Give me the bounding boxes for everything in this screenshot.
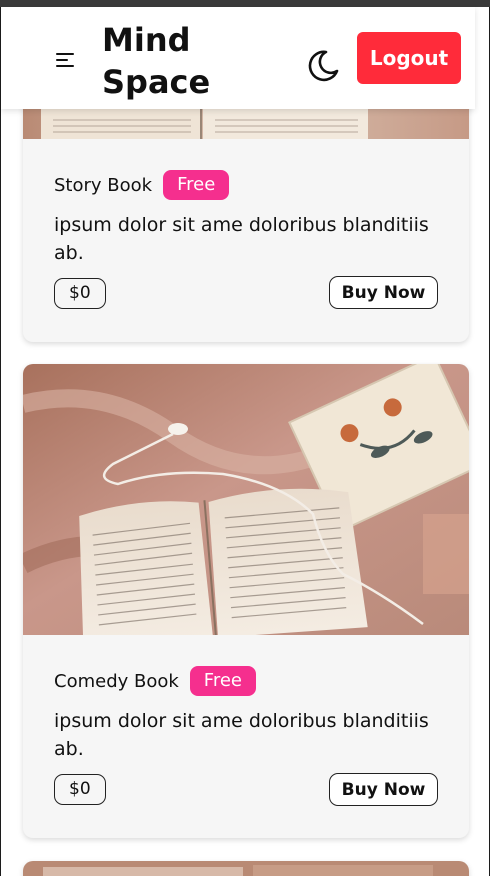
hamburger-icon[interactable]: [56, 50, 78, 68]
book-description: ipsum dolor sit ame doloribus blanditiis…: [54, 214, 429, 264]
book-image: [23, 364, 469, 635]
browser-top-strip: [0, 0, 490, 7]
brand-line-1: Mind: [102, 21, 191, 59]
buy-now-button[interactable]: Buy Now: [329, 773, 438, 806]
book-description: ipsum dolor sit ame doloribus blanditiis…: [54, 710, 429, 760]
price-tag: $0: [54, 278, 106, 309]
price-tag: $0: [54, 774, 106, 805]
moon-icon[interactable]: [306, 49, 340, 83]
free-badge: Free: [189, 666, 256, 696]
book-title: Story Book: [54, 174, 153, 196]
book-image: [23, 861, 469, 876]
brand-logo[interactable]: Mind Space: [102, 19, 232, 103]
top-navbar: Mind Space Logout: [1, 7, 475, 109]
book-card: [23, 861, 469, 876]
book-title: Comedy Book: [54, 670, 179, 692]
buy-now-button[interactable]: Buy Now: [329, 276, 438, 309]
logout-button[interactable]: Logout: [357, 32, 461, 84]
brand-line-2: Space: [102, 63, 211, 101]
free-badge: Free: [163, 170, 230, 200]
frame-border-left: [0, 7, 1, 876]
book-card: Comedy Book Free ipsum dolor sit ame dol…: [23, 364, 469, 838]
